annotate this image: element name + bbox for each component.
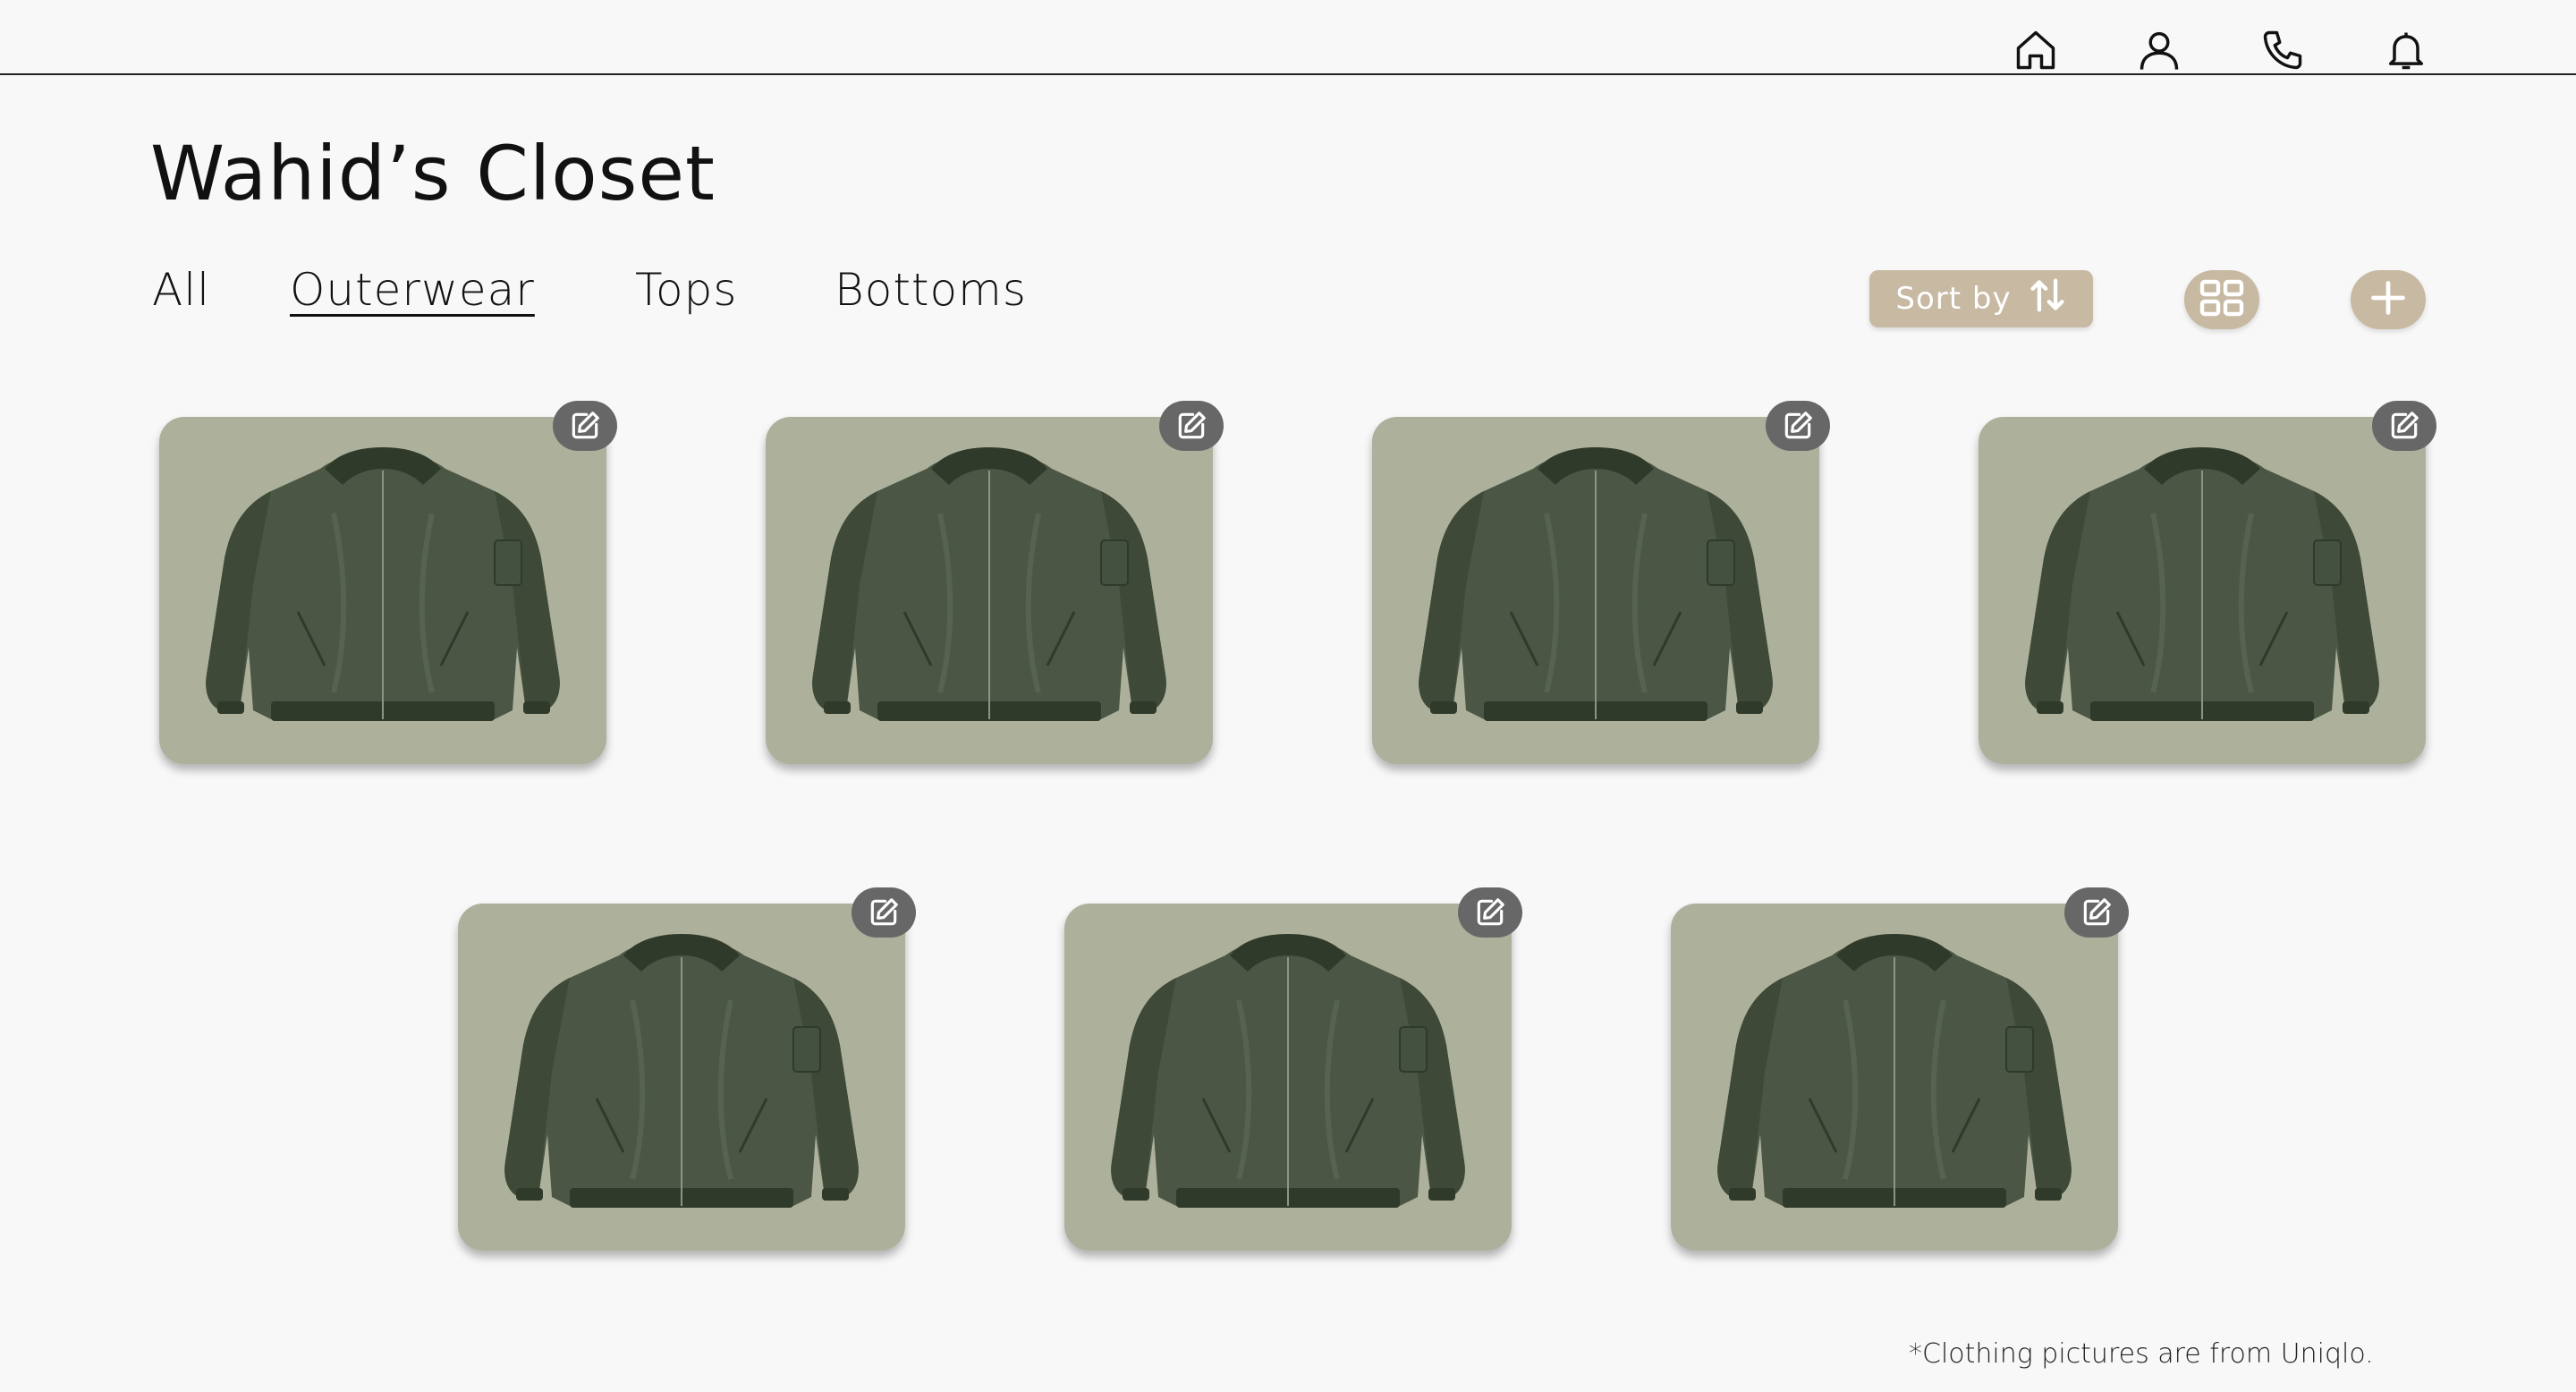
closet-item-card[interactable] (159, 401, 617, 764)
sort-by-label: Sort by (1895, 281, 2012, 317)
edit-icon[interactable] (852, 887, 916, 938)
jacket-image (1711, 929, 2078, 1233)
jacket-image (2019, 442, 2385, 746)
closet-item-card[interactable] (766, 401, 1224, 764)
add-item-button[interactable] (2351, 270, 2426, 329)
plus-icon (2368, 278, 2408, 321)
closet-item-card[interactable] (1671, 887, 2129, 1251)
edit-icon[interactable] (2372, 401, 2436, 451)
edit-icon[interactable] (1766, 401, 1830, 451)
closet-item-card[interactable] (1372, 401, 1830, 764)
jacket-image (199, 442, 566, 746)
user-icon[interactable] (2134, 25, 2184, 75)
tab-all[interactable]: All (152, 264, 210, 316)
jacket-image (498, 929, 865, 1233)
top-nav-bar (0, 0, 2576, 75)
sort-arrows-icon (2028, 277, 2067, 321)
jacket-image (806, 442, 1173, 746)
edit-icon[interactable] (1458, 887, 1522, 938)
grid-view-button[interactable] (2184, 270, 2259, 329)
tab-outerwear[interactable]: Outerwear (290, 264, 535, 316)
closet-item-card[interactable] (1979, 401, 2436, 764)
image-credit-footnote: *Clothing pictures are from Uniqlo. (1909, 1338, 2374, 1370)
tab-tops[interactable]: Tops (635, 264, 737, 316)
page-title: Wahid’s Closet (150, 130, 716, 217)
jacket-image (1412, 442, 1779, 746)
edit-icon[interactable] (553, 401, 617, 451)
grid-view-icon (2198, 278, 2246, 321)
home-icon[interactable] (2011, 25, 2061, 75)
edit-icon[interactable] (2064, 887, 2129, 938)
edit-icon[interactable] (1159, 401, 1224, 451)
closet-item-card[interactable] (458, 887, 916, 1251)
phone-icon[interactable] (2258, 25, 2308, 75)
jacket-image (1105, 929, 1471, 1233)
closet-item-card[interactable] (1064, 887, 1522, 1251)
bell-icon[interactable] (2381, 25, 2431, 75)
sort-by-button[interactable]: Sort by (1869, 270, 2093, 327)
tab-bottoms[interactable]: Bottoms (835, 264, 1027, 316)
